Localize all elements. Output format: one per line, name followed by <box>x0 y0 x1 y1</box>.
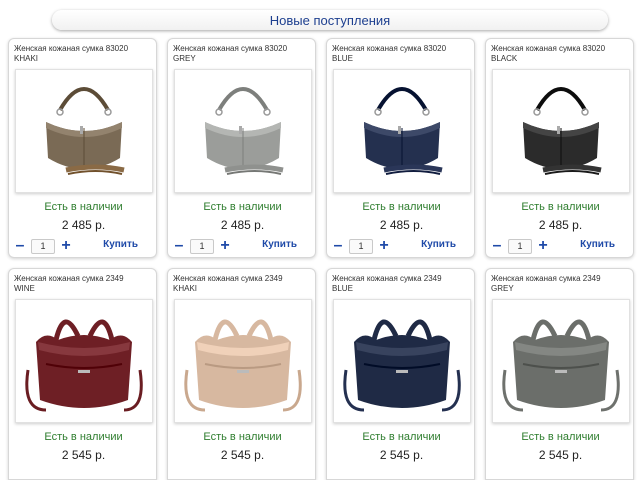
stock-status: Есть в наличии <box>362 201 441 213</box>
handbag-photo <box>46 87 125 175</box>
product-title[interactable]: Женская кожаная сумка 2349 KHAKI <box>173 274 313 294</box>
product-title-color: GREY <box>491 284 514 293</box>
product-card[interactable]: Женская кожаная сумка 2349 KHAKI Есть в … <box>167 268 316 480</box>
product-image[interactable] <box>15 299 153 423</box>
product-title[interactable]: Женская кожаная сумка 2349 BLUE <box>332 274 472 294</box>
quantity-stepper: – 1 + <box>331 238 391 254</box>
product-title[interactable]: Женская кожаная сумка 2349 GREY <box>491 274 631 294</box>
decrease-qty-button[interactable]: – <box>331 238 345 254</box>
product-card[interactable]: Женская кожаная сумка 2349 GREY Есть в н… <box>485 268 634 480</box>
product-title-color: WINE <box>14 284 35 293</box>
stock-status: Есть в наличии <box>521 201 600 213</box>
decrease-qty-button[interactable]: – <box>13 238 27 254</box>
increase-qty-button[interactable]: + <box>536 238 550 254</box>
product-image[interactable] <box>492 69 630 193</box>
product-title[interactable]: Женская кожаная сумка 2349 WINE <box>14 274 154 294</box>
quantity-stepper: – 1 + <box>490 238 550 254</box>
product-price: 2 485 р. <box>220 218 265 232</box>
decrease-qty-button[interactable]: – <box>172 238 186 254</box>
product-title-model: Женская кожаная сумка 2349 <box>14 274 124 283</box>
product-price: 2 485 р. <box>379 218 424 232</box>
product-price: 2 485 р. <box>61 218 106 232</box>
product-title-model: Женская кожаная сумка 83020 <box>332 44 447 53</box>
buy-button[interactable]: Купить <box>262 239 297 250</box>
section-header: Новые поступления <box>52 10 608 30</box>
product-image[interactable] <box>333 69 471 193</box>
stock-status: Есть в наличии <box>521 431 600 443</box>
product-title[interactable]: Женская кожаная сумка 83020 BLUE <box>332 44 472 64</box>
product-title-model: Женская кожаная сумка 83020 <box>14 44 129 53</box>
product-title-color: BLUE <box>332 284 353 293</box>
product-card[interactable]: Женская кожаная сумка 83020 BLACK Есть в… <box>485 38 634 258</box>
product-title-color: KHAKI <box>14 54 39 63</box>
handbag-photo <box>184 319 302 412</box>
handbag-photo <box>25 319 143 412</box>
product-price: 2 485 р. <box>538 218 583 232</box>
decrease-qty-button[interactable]: – <box>490 238 504 254</box>
stock-status: Есть в наличии <box>362 431 441 443</box>
handbag-photo <box>523 87 602 175</box>
product-card[interactable]: Женская кожаная сумка 2349 WINE Есть в н… <box>8 268 157 480</box>
quantity-stepper: – 1 + <box>13 238 73 254</box>
product-card[interactable]: Женская кожаная сумка 2349 BLUE Есть в н… <box>326 268 475 480</box>
increase-qty-button[interactable]: + <box>218 238 232 254</box>
product-image[interactable] <box>333 299 471 423</box>
stock-status: Есть в наличии <box>44 201 123 213</box>
quantity-input[interactable]: 1 <box>349 238 373 254</box>
product-card[interactable]: Женская кожаная сумка 83020 BLUE Есть в … <box>326 38 475 258</box>
increase-qty-button[interactable]: + <box>59 238 73 254</box>
product-price: 2 545 р. <box>220 448 265 462</box>
product-title-color: BLUE <box>332 54 353 63</box>
increase-qty-button[interactable]: + <box>377 238 391 254</box>
product-price: 2 545 р. <box>379 448 424 462</box>
product-title-color: KHAKI <box>173 284 198 293</box>
stock-status: Есть в наличии <box>44 431 123 443</box>
product-image[interactable] <box>492 299 630 423</box>
product-image[interactable] <box>174 69 312 193</box>
product-title-model: Женская кожаная сумка 2349 <box>332 274 442 283</box>
product-price: 2 545 р. <box>538 448 583 462</box>
product-title-model: Женская кожаная сумка 2349 <box>491 274 601 283</box>
buy-button[interactable]: Купить <box>421 239 456 250</box>
handbag-photo <box>502 319 620 412</box>
product-grid: Женская кожаная сумка 83020 KHAKI Есть в… <box>8 38 638 480</box>
quantity-stepper: – 1 + <box>172 238 232 254</box>
product-image[interactable] <box>15 69 153 193</box>
product-title[interactable]: Женская кожаная сумка 83020 BLACK <box>491 44 631 64</box>
product-image[interactable] <box>174 299 312 423</box>
product-title-model: Женская кожаная сумка 83020 <box>173 44 288 53</box>
section-title: Новые поступления <box>269 13 391 28</box>
product-title-model: Женская кожаная сумка 2349 <box>173 274 283 283</box>
buy-button[interactable]: Купить <box>103 239 138 250</box>
product-title-model: Женская кожаная сумка 83020 <box>491 44 606 53</box>
product-title-color: BLACK <box>491 54 518 63</box>
stock-status: Есть в наличии <box>203 201 282 213</box>
product-title[interactable]: Женская кожаная сумка 83020 KHAKI <box>14 44 154 64</box>
quantity-input[interactable]: 1 <box>190 238 214 254</box>
handbag-photo <box>343 319 461 412</box>
stock-status: Есть в наличии <box>203 431 282 443</box>
handbag-photo <box>205 87 284 175</box>
product-card[interactable]: Женская кожаная сумка 83020 KHAKI Есть в… <box>8 38 157 258</box>
buy-button[interactable]: Купить <box>580 239 615 250</box>
product-title[interactable]: Женская кожаная сумка 83020 GREY <box>173 44 313 64</box>
quantity-input[interactable]: 1 <box>508 238 532 254</box>
handbag-photo <box>364 87 443 175</box>
product-card[interactable]: Женская кожаная сумка 83020 GREY Есть в … <box>167 38 316 258</box>
product-title-color: GREY <box>173 54 196 63</box>
product-price: 2 545 р. <box>61 448 106 462</box>
quantity-input[interactable]: 1 <box>31 238 55 254</box>
